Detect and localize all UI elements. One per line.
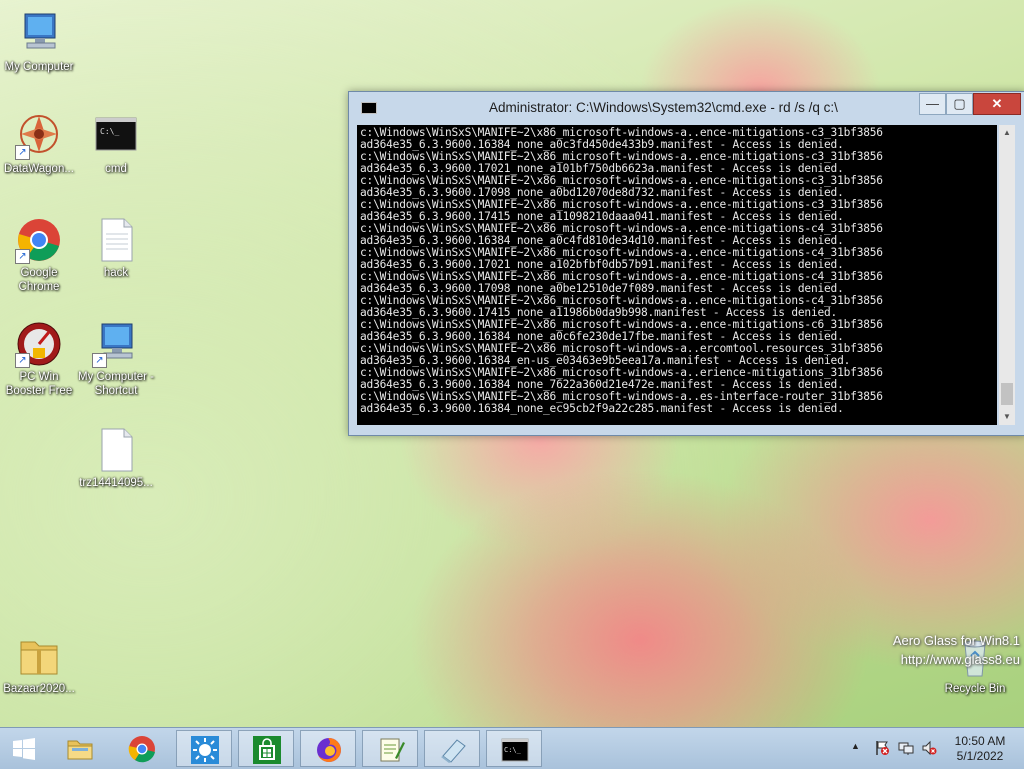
notepad-icon xyxy=(380,738,405,762)
cmd-app-icon[interactable] xyxy=(361,102,377,114)
watermark-line-2: http://www.glass8.eu xyxy=(900,652,1020,667)
console-lines: c:\Windows\WinSxS\MANIFE~2\x86_microsoft… xyxy=(360,127,997,415)
window-title-bar[interactable]: Administrator: C:\Windows\System32\cmd.e… xyxy=(349,92,1024,122)
desktop-icon-label: cmd xyxy=(105,163,127,175)
shortcut-arrow-icon: ↗ xyxy=(92,353,107,368)
chrome-icon xyxy=(128,736,155,763)
network-icon[interactable] xyxy=(898,740,914,756)
window-title: Administrator: C:\Windows\System32\cmd.e… xyxy=(489,100,838,115)
desktop-icon-trz-file[interactable]: trz14414095... xyxy=(77,426,155,490)
desktop-icon-label: DataWagon... xyxy=(4,163,74,175)
minimize-button[interactable]: — xyxy=(919,93,946,115)
maximize-button[interactable]: ▢ xyxy=(946,93,973,115)
scroll-thumb[interactable] xyxy=(1001,383,1013,405)
glass-app-icon xyxy=(441,739,466,763)
desktop-icon-hack[interactable]: hack xyxy=(77,216,155,280)
desktop-icon-datawagon[interactable]: ↗ DataWagon... xyxy=(0,112,78,176)
console-output[interactable]: c:\Windows\WinSxS\MANIFE~2\x86_microsoft… xyxy=(357,125,997,425)
desktop-icon-my-computer[interactable]: My Computer xyxy=(0,10,78,74)
desktop-icon-bazaar-folder[interactable]: Bazaar2020... xyxy=(0,632,78,696)
sun-icon xyxy=(191,736,219,764)
store-bag-icon xyxy=(253,736,281,764)
console-line: ad364e35_6.3.9600.16384_none_ec95cb2f9a2… xyxy=(360,402,844,415)
cmd-icon: C:\_ xyxy=(501,738,529,762)
computer-icon: ↗ xyxy=(92,320,140,368)
shortcut-arrow-icon: ↗ xyxy=(15,249,30,264)
volume-muted-icon[interactable] xyxy=(921,740,937,756)
folder-zip-icon xyxy=(15,632,63,680)
desktop-icon-my-computer-shortcut[interactable]: ↗ My Computer - Shortcut xyxy=(77,320,155,398)
taskbar: C:\_ ▲ 10:50 AM 5/1/2022 xyxy=(0,727,1024,769)
vertical-scrollbar[interactable]: ▲ ▼ xyxy=(999,125,1015,425)
firefox-icon xyxy=(317,738,341,762)
desktop-icon-label: trz14414095... xyxy=(79,477,153,489)
close-button[interactable]: ✕ xyxy=(973,93,1021,115)
desktop-icon-label: Google Chrome xyxy=(18,267,60,293)
folder-icon xyxy=(67,740,93,760)
taskbar-app-glass[interactable] xyxy=(424,730,480,767)
taskbar-notepad-plus[interactable] xyxy=(362,730,418,767)
taskbar-store[interactable] xyxy=(238,730,294,767)
datawagon-icon: ↗ xyxy=(15,112,63,160)
desktop-icon-cmd[interactable]: C:\_ cmd xyxy=(77,112,155,176)
scroll-up-arrow-icon[interactable]: ▲ xyxy=(999,125,1015,141)
cmd-window[interactable]: Administrator: C:\Windows\System32\cmd.e… xyxy=(348,91,1024,436)
windows-logo-icon xyxy=(13,738,35,760)
taskbar-file-explorer[interactable] xyxy=(52,730,108,767)
system-clock[interactable]: 10:50 AM 5/1/2022 xyxy=(942,734,1018,764)
desktop-icon-label: My Computer xyxy=(4,61,74,73)
clock-date: 5/1/2022 xyxy=(956,749,1004,763)
tray-overflow-arrow-icon[interactable]: ▲ xyxy=(851,741,860,751)
computer-icon xyxy=(15,10,63,58)
start-button[interactable] xyxy=(0,730,48,767)
svg-text:C:\_: C:\_ xyxy=(100,127,119,136)
desktop-icon-google-chrome[interactable]: ↗ Google Chrome xyxy=(0,216,78,294)
desktop-icon-label: hack xyxy=(103,267,129,279)
svg-text:C:\_: C:\_ xyxy=(504,746,522,754)
chrome-icon: ↗ xyxy=(15,216,63,264)
cmd-icon: C:\_ xyxy=(92,112,140,160)
shortcut-arrow-icon: ↗ xyxy=(15,145,30,160)
aero-glass-watermark: Aero Glass for Win8.1 http://www.glass8.… xyxy=(893,631,1020,669)
clock-time: 10:50 AM xyxy=(954,734,1006,748)
desktop-icon-pc-win-booster[interactable]: ↗ PC Win Booster Free xyxy=(0,320,78,398)
taskbar-firefox[interactable] xyxy=(300,730,356,767)
text-file-icon xyxy=(92,216,140,264)
desktop-icon-label: Recycle Bin xyxy=(944,683,1006,695)
shortcut-arrow-icon: ↗ xyxy=(15,353,30,368)
desktop-icon-label: Bazaar2020... xyxy=(3,683,75,695)
desktop-icon-label: My Computer - Shortcut xyxy=(77,371,155,397)
desktop-icon-label: PC Win Booster Free xyxy=(5,371,73,397)
taskbar-weather-app[interactable] xyxy=(176,730,232,767)
booster-icon: ↗ xyxy=(15,320,63,368)
taskbar-cmd[interactable]: C:\_ xyxy=(486,730,542,767)
taskbar-chrome[interactable] xyxy=(114,730,170,767)
action-center-flag-icon[interactable] xyxy=(874,740,890,756)
watermark-line-1: Aero Glass for Win8.1 xyxy=(892,633,1020,648)
scroll-down-arrow-icon[interactable]: ▼ xyxy=(999,409,1015,425)
blank-file-icon xyxy=(92,426,140,474)
